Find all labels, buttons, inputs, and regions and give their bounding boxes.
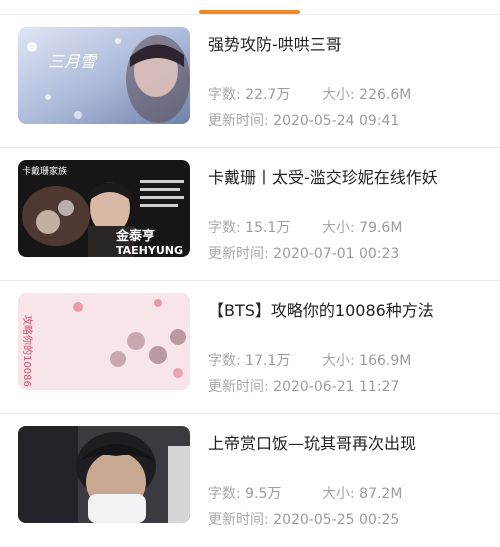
book-cover-image[interactable]: 攻略你的10086: [18, 293, 190, 390]
book-title[interactable]: 强势攻防-哄哄三哥: [208, 31, 493, 55]
size-label: 大小:: [322, 353, 355, 369]
words-value: 15.1万: [245, 220, 291, 236]
book-updated: 更新时间: 2020-05-24 09:41: [208, 110, 399, 130]
cover-art: 三月雪: [18, 27, 190, 124]
size-label: 大小:: [322, 486, 355, 502]
updated-value: 2020-05-24 09:41: [273, 113, 400, 129]
words-value: 17.1万: [245, 353, 291, 369]
updated-label: 更新时间:: [208, 246, 269, 262]
size-value: 79.6M: [359, 220, 403, 236]
book-stats: 字数: 22.7万 大小: 226.6M: [208, 84, 411, 104]
words-value: 9.5万: [245, 486, 282, 502]
size-value: 87.2M: [359, 486, 403, 502]
cover-name-text: TAEHYUNG: [116, 244, 183, 257]
cover-title-text: 攻略你的10086: [21, 315, 34, 387]
size-value: 166.9M: [359, 353, 412, 369]
size-label: 大小:: [322, 87, 355, 103]
words-label: 字数:: [208, 87, 241, 103]
book-stats: 字数: 15.1万 大小: 79.6M: [208, 217, 402, 237]
words-label: 字数:: [208, 486, 241, 502]
cover-subtitle-text: 金泰亨: [115, 228, 155, 244]
book-stats: 字数: 17.1万 大小: 166.9M: [208, 350, 411, 370]
book-title[interactable]: 卡戴珊丨太受-滥交珍妮在线作妖: [208, 164, 493, 188]
book-cover-image[interactable]: 三月雪: [18, 27, 190, 124]
book-list-item[interactable]: 上帝赏口饭—玧其哥再次出现 字数: 9.5万 大小: 87.2M 更新时间: 2…: [0, 414, 500, 547]
cover-art: 卡戴珊家族 金泰亨 TAEHYUNG: [18, 160, 190, 257]
cover-art: [18, 426, 190, 523]
cover-art: 攻略你的10086: [18, 293, 190, 390]
updated-label: 更新时间:: [208, 379, 269, 395]
book-cover-image[interactable]: [18, 426, 190, 523]
words-label: 字数:: [208, 353, 241, 369]
updated-value: 2020-05-25 00:25: [273, 512, 400, 528]
updated-label: 更新时间:: [208, 113, 269, 129]
book-updated: 更新时间: 2020-06-21 11:27: [208, 376, 399, 396]
book-updated: 更新时间: 2020-05-25 00:25: [208, 509, 399, 529]
book-list-item[interactable]: 攻略你的10086 【BTS】攻略你的10086种方法 字数: 17.1万 大小…: [0, 281, 500, 414]
size-label: 大小:: [322, 220, 355, 236]
book-list-item[interactable]: 三月雪 强势攻防-哄哄三哥 字数: 22.7万 大小: 226.6M 更新时间:…: [0, 15, 500, 148]
words-label: 字数:: [208, 220, 241, 236]
updated-value: 2020-06-21 11:27: [273, 379, 400, 395]
book-stats: 字数: 9.5万 大小: 87.2M: [208, 483, 402, 503]
cover-title-text: 卡戴珊家族: [22, 165, 67, 177]
book-title[interactable]: 上帝赏口饭—玧其哥再次出现: [208, 430, 493, 454]
book-title[interactable]: 【BTS】攻略你的10086种方法: [208, 297, 493, 321]
book-updated: 更新时间: 2020-07-01 00:23: [208, 243, 399, 263]
words-value: 22.7万: [245, 87, 291, 103]
cover-title-text: 三月雪: [48, 52, 98, 71]
size-value: 226.6M: [359, 87, 412, 103]
updated-value: 2020-07-01 00:23: [273, 246, 400, 262]
book-list-item[interactable]: 卡戴珊家族 金泰亨 TAEHYUNG 卡戴珊丨太受-滥交珍妮在线作妖 字数: 1…: [0, 148, 500, 281]
book-cover-image[interactable]: 卡戴珊家族 金泰亨 TAEHYUNG: [18, 160, 190, 257]
updated-label: 更新时间:: [208, 512, 269, 528]
